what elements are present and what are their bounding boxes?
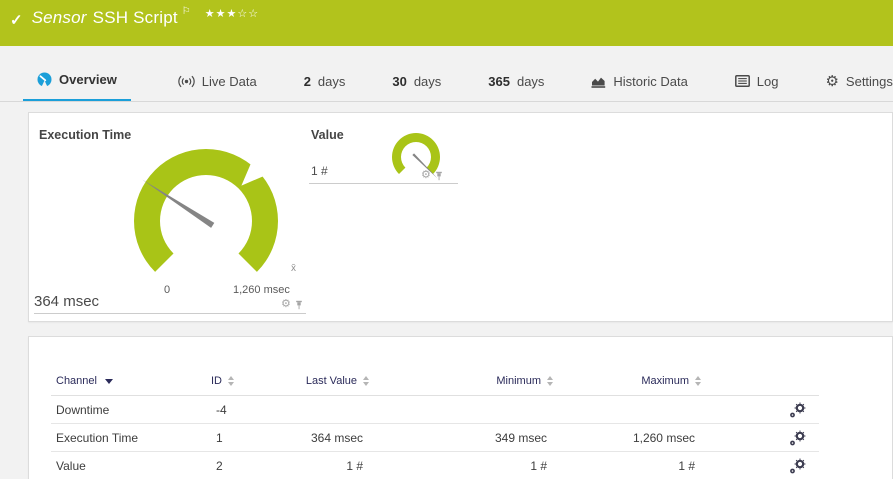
sort-desc-icon bbox=[104, 378, 113, 384]
gauge-cell-divider bbox=[309, 183, 458, 184]
page-title-prefix: Sensor bbox=[31, 8, 87, 27]
column-header-label: Maximum bbox=[641, 375, 689, 387]
channel-table-header-row: Channel ID Last Value Minimum Maximum bbox=[51, 367, 819, 396]
cell-maximum: 1,260 msec bbox=[632, 430, 695, 445]
cell-id: 2 bbox=[216, 458, 223, 473]
tab-label: Historic Data bbox=[613, 73, 688, 89]
gauges-panel: Execution Time x̄ 0 1,260 msec 364 msec … bbox=[28, 112, 893, 322]
priority-stars[interactable]: ★★★☆☆ bbox=[205, 7, 259, 20]
gauge-settings-gear-icon[interactable]: ⚙ bbox=[281, 299, 291, 310]
tab-label: days bbox=[317, 73, 346, 89]
column-header-channel[interactable]: Channel bbox=[51, 375, 211, 387]
cell-channel[interactable]: Downtime bbox=[51, 403, 211, 417]
tab-number: 365 bbox=[488, 73, 510, 89]
tab-bar-divider bbox=[0, 101, 893, 102]
tab-label: Log bbox=[756, 73, 779, 89]
tab-label: Live Data bbox=[201, 73, 257, 89]
table-row-value[interactable]: Value 2 1 # 1 # 1 # bbox=[51, 452, 819, 479]
column-header-minimum[interactable]: Minimum bbox=[369, 375, 553, 387]
cell-last-value: 364 msec bbox=[310, 430, 363, 445]
channel-settings-icon[interactable] bbox=[789, 430, 819, 446]
execution-time-current-value: 364 msec bbox=[34, 293, 100, 310]
sort-both-icon bbox=[228, 376, 234, 386]
cell-channel[interactable]: Execution Time bbox=[51, 431, 211, 445]
cell-last-value: 1 # bbox=[346, 458, 363, 473]
tab-30-days[interactable]: 30 days bbox=[392, 60, 441, 102]
table-row-downtime[interactable]: Downtime -4 bbox=[51, 396, 819, 424]
cell-minimum: 1 # bbox=[530, 458, 547, 473]
tab-label: days bbox=[516, 73, 545, 89]
channels-panel: Channel ID Last Value Minimum Maximum Do… bbox=[28, 336, 893, 479]
cell-id: 1 bbox=[216, 430, 223, 445]
tab-number: 2 bbox=[303, 73, 311, 89]
tab-2-days[interactable]: 2 days bbox=[304, 60, 346, 102]
channel-settings-icon[interactable] bbox=[789, 458, 819, 474]
settings-gear-icon: ⚙ bbox=[825, 72, 839, 90]
tab-label: days bbox=[413, 73, 442, 89]
log-list-icon bbox=[734, 75, 750, 87]
status-ok-check-icon: ✓ bbox=[10, 12, 23, 29]
channel-table: Channel ID Last Value Minimum Maximum Do… bbox=[51, 367, 819, 479]
execution-time-gauge bbox=[134, 148, 278, 272]
tab-settings[interactable]: ⚙ Settings bbox=[825, 60, 892, 102]
tab-365-days[interactable]: 365 days bbox=[488, 60, 544, 102]
sensor-title-bar: ✓ Sensor SSH Script ⚐ ★★★☆☆ bbox=[0, 0, 893, 46]
gauge-title-value: Value bbox=[311, 128, 344, 142]
tab-live-data[interactable]: Live Data bbox=[178, 60, 257, 102]
cell-maximum: 1 # bbox=[678, 458, 695, 473]
column-header-label: Minimum bbox=[496, 375, 541, 387]
stars-filled[interactable]: ★★★ bbox=[205, 8, 238, 20]
tab-bar: Overview Live Data 2 days 30 days 365 da… bbox=[23, 60, 893, 102]
table-row-execution-time[interactable]: Execution Time 1 364 msec 349 msec 1,260… bbox=[51, 424, 819, 452]
column-header-id[interactable]: ID bbox=[211, 375, 299, 387]
gauge-max-label: 1,260 msec bbox=[233, 284, 290, 296]
live-data-icon bbox=[178, 75, 195, 87]
historic-chart-icon bbox=[591, 77, 606, 88]
cell-channel[interactable]: Value bbox=[51, 459, 211, 473]
average-marker-symbol: x̄ bbox=[291, 263, 296, 274]
tab-overview[interactable]: Overview bbox=[23, 60, 131, 102]
column-header-last-value[interactable]: Last Value bbox=[299, 375, 369, 387]
column-header-label: Channel bbox=[56, 375, 97, 387]
sort-both-icon bbox=[695, 376, 701, 386]
sensor-overview-page: ✓ Sensor SSH Script ⚐ ★★★☆☆ Overview Live bbox=[0, 0, 893, 479]
gauge-min-label: 0 bbox=[163, 284, 171, 296]
gauge-icon bbox=[37, 72, 52, 87]
column-header-maximum[interactable]: Maximum bbox=[553, 375, 701, 387]
cell-id: -4 bbox=[216, 402, 227, 417]
tab-label: Settings bbox=[845, 73, 893, 89]
pin-icon[interactable] bbox=[435, 171, 443, 181]
stars-empty[interactable]: ☆☆ bbox=[237, 8, 259, 20]
tab-label: Overview bbox=[59, 72, 117, 87]
favorite-flag-icon[interactable]: ⚐ bbox=[182, 6, 191, 17]
tab-historic-data[interactable]: Historic Data bbox=[591, 60, 688, 102]
pin-icon[interactable] bbox=[295, 300, 303, 310]
page-title: Sensor SSH Script bbox=[32, 8, 178, 28]
tab-number: 30 bbox=[392, 73, 407, 89]
tab-log[interactable]: Log bbox=[734, 60, 779, 102]
column-header-label: ID bbox=[211, 375, 222, 387]
value-current-value: 1 # bbox=[311, 164, 328, 178]
gauge-settings-gear-icon[interactable]: ⚙ bbox=[421, 170, 431, 181]
gauge-cell-divider bbox=[34, 313, 306, 314]
channel-settings-icon[interactable] bbox=[789, 402, 819, 418]
cell-minimum: 349 msec bbox=[494, 430, 547, 445]
column-header-label: Last Value bbox=[305, 375, 357, 387]
page-title-name: SSH Script bbox=[92, 8, 178, 27]
